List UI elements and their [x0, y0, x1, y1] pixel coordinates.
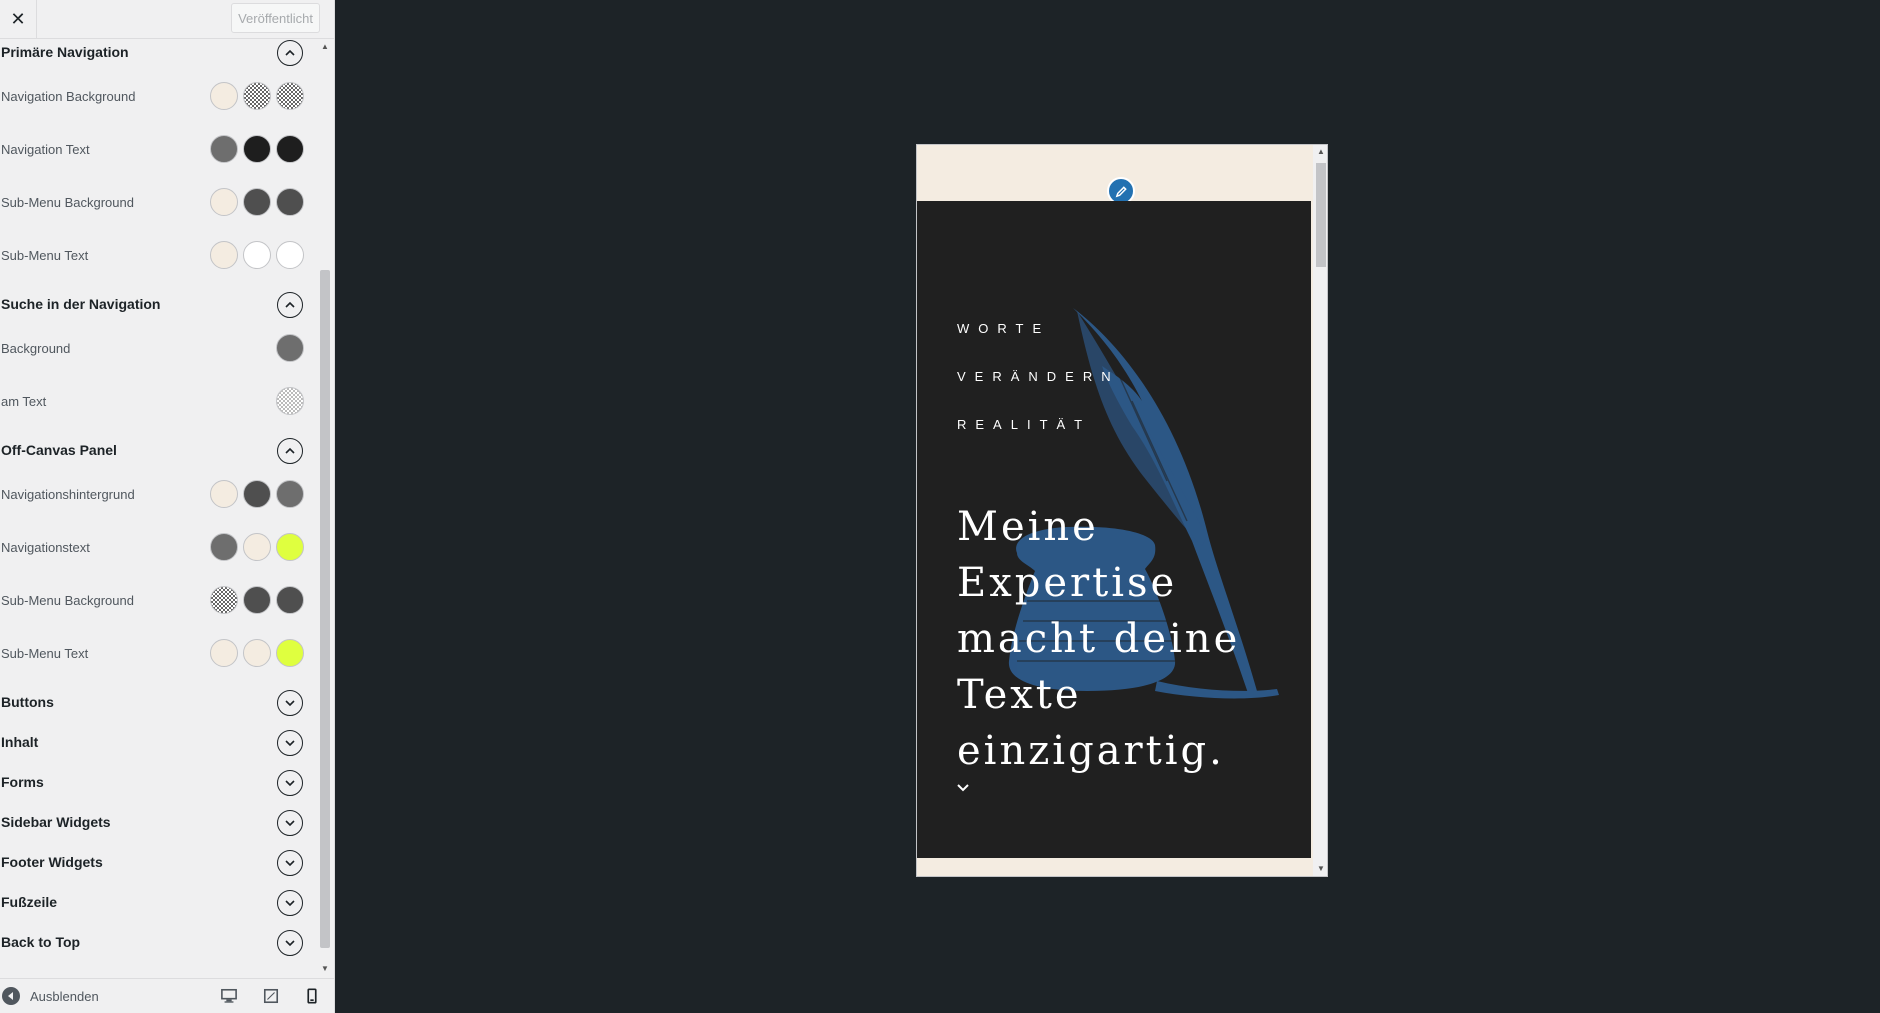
label-offcanvas-submenu-background: Sub-Menu Background: [1, 593, 134, 608]
publish-button[interactable]: Veröffentlicht: [231, 3, 320, 33]
customizer-sidebar: ✕ Veröffentlicht Primäre Navigation Navi…: [0, 0, 335, 1013]
color-swatch-submenu-bg-current[interactable]: [276, 188, 304, 216]
label-offcanvas-nav-text: Navigationstext: [1, 540, 90, 555]
label-search-background: Background: [1, 341, 71, 356]
chevron-down-icon: [285, 700, 295, 707]
scroll-up-arrow[interactable]: ▲: [320, 42, 330, 52]
collapse-toggle-primary-navigation[interactable]: [277, 40, 303, 66]
pencil-icon: [1115, 185, 1127, 197]
section-title-primary-navigation[interactable]: Primäre Navigation: [1, 44, 129, 60]
mobile-preview-icon[interactable]: [301, 987, 323, 1005]
section-title-buttons[interactable]: Buttons: [1, 694, 54, 710]
section-title-fusszeile[interactable]: Fußzeile: [1, 894, 57, 910]
color-swatch-offcanvas-submenu-bg-current[interactable]: [276, 586, 304, 614]
color-swatch-offcanvas-bg-initial[interactable]: [210, 480, 238, 508]
chevron-up-icon: [285, 49, 295, 56]
expand-toggle-footer-widgets[interactable]: [277, 850, 303, 876]
preview-scrollbar-thumb[interactable]: [1316, 163, 1326, 267]
color-swatch-nav-text-current[interactable]: [276, 135, 304, 163]
color-swatch-nav-text-initial[interactable]: [210, 135, 238, 163]
color-swatch-nav-bg-current[interactable]: [276, 82, 304, 110]
desktop-preview-icon[interactable]: [218, 987, 240, 1005]
color-swatch-offcanvas-submenu-bg-hover[interactable]: [243, 586, 271, 614]
color-swatch-submenu-bg-hover[interactable]: [243, 188, 271, 216]
label-offcanvas-nav-background: Navigationshintergrund: [1, 487, 135, 502]
chevron-up-icon: [285, 447, 295, 454]
mobile-preview-frame: WORTE VERÄNDERN REALITÄT Meine Expertise…: [916, 144, 1328, 877]
collapse-toggle-nav-search[interactable]: [277, 292, 303, 318]
hide-label: Ausblenden: [30, 988, 99, 1004]
expand-toggle-inhalt[interactable]: [277, 730, 303, 756]
hero-tagline-word: VERÄNDERN: [957, 369, 1120, 384]
controls-panel: Primäre Navigation Navigation Background…: [0, 39, 334, 979]
collapse-left-icon: [2, 987, 20, 1005]
chevron-down-icon: [285, 740, 295, 747]
expand-toggle-buttons[interactable]: [277, 690, 303, 716]
preview-scroll-up-arrow[interactable]: ▲: [1316, 147, 1326, 157]
close-icon: ✕: [10, 8, 26, 29]
chevron-down-icon: [285, 900, 295, 907]
expand-toggle-forms[interactable]: [277, 770, 303, 796]
close-button[interactable]: ✕: [0, 0, 37, 38]
expand-toggle-sidebar-widgets[interactable]: [277, 810, 303, 836]
color-swatch-offcanvas-text-initial[interactable]: [210, 533, 238, 561]
section-title-sidebar-widgets[interactable]: Sidebar Widgets: [1, 814, 111, 830]
color-swatch-nav-text-hover[interactable]: [243, 135, 271, 163]
label-navigation-text: Navigation Text: [1, 142, 90, 157]
hero-heading: Meine Expertise macht deine Texte einzig…: [957, 504, 1241, 774]
section-title-forms[interactable]: Forms: [1, 774, 44, 790]
sidebar-scrollbar-thumb[interactable]: [320, 270, 330, 948]
chevron-down-icon: [285, 820, 295, 827]
color-swatch-offcanvas-text-hover[interactable]: [243, 533, 271, 561]
chevron-down-icon: [285, 860, 295, 867]
expand-toggle-fusszeile[interactable]: [277, 890, 303, 916]
expand-toggle-back-to-top[interactable]: [277, 930, 303, 956]
color-swatch-search-bg[interactable]: [276, 334, 304, 362]
scroll-down-chevron-icon[interactable]: [956, 783, 970, 793]
color-swatch-offcanvas-bg-hover[interactable]: [243, 480, 271, 508]
color-swatch-submenu-text-hover[interactable]: [243, 241, 271, 269]
label-navigation-background: Navigation Background: [1, 89, 136, 104]
tablet-preview-icon[interactable]: [260, 987, 282, 1005]
color-swatch-nav-bg-hover[interactable]: [243, 82, 271, 110]
chevron-down-icon: [285, 780, 295, 787]
color-swatch-offcanvas-submenu-text-current[interactable]: [276, 639, 304, 667]
chevron-down-icon: [285, 940, 295, 947]
color-swatch-submenu-bg-initial[interactable]: [210, 188, 238, 216]
hero-tagline-word: REALITÄT: [957, 417, 1092, 432]
color-swatch-offcanvas-text-current[interactable]: [276, 533, 304, 561]
hero-section: WORTE VERÄNDERN REALITÄT Meine Expertise…: [917, 201, 1311, 858]
section-title-offcanvas[interactable]: Off-Canvas Panel: [1, 442, 117, 458]
hero-tagline-word: WORTE: [957, 321, 1051, 336]
color-swatch-offcanvas-submenu-text-hover[interactable]: [243, 639, 271, 667]
color-swatch-submenu-text-current[interactable]: [276, 241, 304, 269]
color-swatch-offcanvas-bg-current[interactable]: [276, 480, 304, 508]
section-title-nav-search[interactable]: Suche in der Navigation: [1, 296, 160, 312]
section-title-footer-widgets[interactable]: Footer Widgets: [1, 854, 103, 870]
preview-scroll-down-arrow[interactable]: ▼: [1316, 864, 1326, 874]
customizer-footer: Ausblenden: [0, 978, 334, 1013]
label-submenu-background: Sub-Menu Background: [1, 195, 134, 210]
color-swatch-search-text[interactable]: [276, 387, 304, 415]
color-swatch-offcanvas-submenu-bg-initial[interactable]: [210, 586, 238, 614]
hide-controls-button[interactable]: Ausblenden: [2, 986, 99, 1006]
chevron-up-icon: [285, 301, 295, 308]
color-swatch-nav-bg-initial[interactable]: [210, 82, 238, 110]
section-title-back-to-top[interactable]: Back to Top: [1, 934, 80, 950]
label-search-text: am Text: [1, 394, 47, 409]
color-swatch-submenu-text-initial[interactable]: [210, 241, 238, 269]
section-title-inhalt[interactable]: Inhalt: [1, 734, 38, 750]
collapse-toggle-offcanvas[interactable]: [277, 438, 303, 464]
label-offcanvas-submenu-text: Sub-Menu Text: [1, 646, 89, 661]
color-swatch-offcanvas-submenu-text-initial[interactable]: [210, 639, 238, 667]
label-submenu-text: Sub-Menu Text: [1, 248, 89, 263]
customizer-topbar: ✕ Veröffentlicht: [0, 0, 334, 39]
scroll-down-arrow[interactable]: ▼: [320, 964, 330, 974]
